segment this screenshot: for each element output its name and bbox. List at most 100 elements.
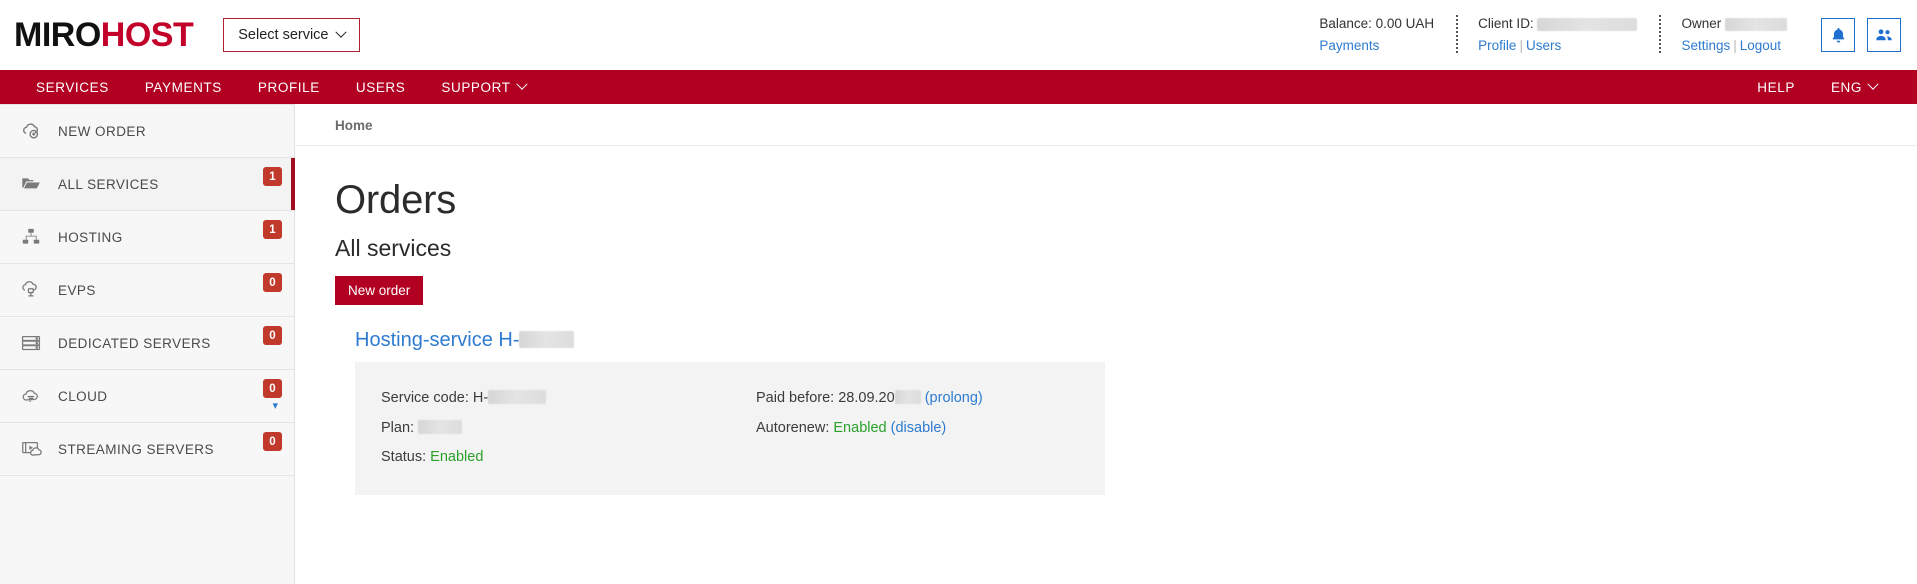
nav-label: ENG [1830, 79, 1862, 95]
status-row: Status: Enabled [381, 443, 730, 473]
logo-text-host: HOST [100, 16, 194, 54]
new-order-button[interactable]: New order [335, 276, 424, 305]
sidebar-item-label: ALL SERVICES [58, 176, 159, 192]
sidebar-badge: 0 [263, 379, 282, 398]
service-code-label: Service code: H- [381, 390, 489, 406]
main-content: Home Orders All services New order Hosti… [295, 104, 1917, 584]
paid-before-year-redacted [894, 390, 921, 404]
sidebar-item-hosting[interactable]: HOSTING 1 [0, 211, 294, 264]
nav-item-profile[interactable]: PROFILE [240, 80, 338, 95]
nav-item-support[interactable]: SUPPORT [423, 78, 543, 95]
chevron-down-icon [515, 78, 528, 90]
plan-label: Plan: [381, 419, 415, 436]
nav-item-users[interactable]: USERS [338, 80, 424, 95]
chevron-down-icon [1867, 78, 1879, 90]
owner-links-separator: | [1733, 38, 1737, 53]
client-id-value-redacted [1537, 17, 1638, 31]
logout-link[interactable]: Logout [1740, 38, 1781, 53]
service-info-right-column: Paid before: 28.09.20 (prolong) Autorene… [730, 384, 1105, 473]
sidebar-item-label: EVPS [58, 282, 96, 298]
nav-label: HELP [1757, 79, 1795, 95]
service-code-row: Service code: H- [381, 384, 730, 414]
breadcrumb: Home [295, 104, 1917, 146]
service-info-left-column: Service code: H- Plan: Status: Enabled [355, 384, 730, 473]
nav-item-help[interactable]: HELP [1739, 80, 1813, 95]
chevron-down-icon [334, 26, 347, 38]
prolong-link[interactable]: (prolong) [925, 390, 983, 406]
sidebar-item-cloud[interactable]: CLOUD 0 ▾ [0, 370, 294, 423]
profile-link[interactable]: Profile [1478, 38, 1516, 53]
nav-label: SUPPORT [441, 79, 511, 95]
plan-value-redacted [418, 419, 463, 434]
paid-before-label: Paid before: [756, 390, 835, 406]
sidebar-item-new-order[interactable]: NEW ORDER [0, 105, 294, 158]
site-logo[interactable]: MIROHOST [14, 16, 194, 54]
users-switch-button[interactable] [1867, 18, 1901, 52]
cloud-icon [18, 385, 44, 407]
select-service-label: Select service [238, 27, 329, 43]
status-value: Enabled [430, 449, 484, 466]
chevron-down-icon[interactable]: ▾ [272, 401, 278, 412]
users-link[interactable]: Users [1526, 38, 1561, 53]
content-area: Orders All services New order Hosting-se… [295, 146, 1917, 496]
paid-before-value: 28.09.20 [838, 390, 895, 406]
network-icon [18, 226, 44, 248]
service-title-text: Hosting-service H- [355, 329, 520, 351]
autorenew-label: Autorenew: [756, 419, 830, 436]
streaming-icon [18, 438, 44, 460]
bell-icon [1832, 27, 1844, 42]
service-id-redacted [519, 331, 575, 348]
sidebar-item-label: STREAMING SERVERS [58, 441, 214, 457]
nav-item-payments[interactable]: PAYMENTS [127, 80, 240, 95]
owner-block: Owner Settings | Logout [1659, 13, 1809, 58]
nav-label: PROFILE [257, 79, 320, 95]
service-info-panel: Service code: H- Plan: Status: Enabled P… [355, 362, 1105, 496]
nav-item-language[interactable]: ENG [1813, 78, 1895, 95]
autorenew-value: Enabled [833, 419, 887, 436]
payments-link[interactable]: Payments [1319, 38, 1379, 53]
page-title: Orders [335, 178, 457, 222]
settings-link[interactable]: Settings [1681, 38, 1730, 53]
nav-item-services[interactable]: SERVICES [18, 80, 127, 95]
nav-label: PAYMENTS [144, 79, 222, 95]
service-code-value-redacted [488, 390, 547, 404]
sidebar-item-streaming-servers[interactable]: STREAMING SERVERS 0 [0, 423, 294, 476]
sidebar-badge: 0 [263, 273, 282, 292]
owner-value-redacted [1725, 17, 1787, 31]
sidebar-item-label: NEW ORDER [58, 123, 147, 139]
sidebar-badge: 0 [263, 432, 282, 451]
header-right-group: Balance: 0.00 UAH Payments Client ID: Pr… [1297, 0, 1917, 70]
disable-autorenew-link[interactable]: (disable) [891, 420, 947, 436]
plan-row: Plan: [381, 414, 730, 444]
owner-label: Owner [1681, 15, 1722, 31]
client-id-label: Client ID: [1478, 15, 1534, 31]
sidebar-item-label: HOSTING [58, 229, 123, 245]
client-links-separator: | [1519, 38, 1523, 53]
breadcrumb-item-home[interactable]: Home [335, 118, 373, 133]
service-title-link[interactable]: Hosting-service H- [355, 329, 575, 352]
select-service-dropdown[interactable]: Select service [223, 18, 360, 52]
sidebar: NEW ORDER ALL SERVICES 1 HOSTING 1 EVPS … [0, 104, 295, 584]
users-icon [1876, 29, 1892, 41]
client-block: Client ID: Profile | Users [1456, 13, 1659, 58]
balance-label: Balance: 0.00 UAH [1319, 15, 1435, 31]
sidebar-item-dedicated-servers[interactable]: DEDICATED SERVERS 0 [0, 317, 294, 370]
autorenew-row: Autorenew: Enabled (disable) [756, 414, 1105, 444]
sidebar-item-label: CLOUD [58, 388, 108, 404]
page-body: NEW ORDER ALL SERVICES 1 HOSTING 1 EVPS … [0, 104, 1917, 584]
main-navbar: SERVICES PAYMENTS PROFILE USERS SUPPORT … [0, 70, 1917, 104]
status-label: Status: [381, 449, 427, 466]
top-header: MIROHOST Select service Balance: 0.00 UA… [0, 0, 1917, 70]
sidebar-item-evps[interactable]: EVPS 0 [0, 264, 294, 317]
sidebar-item-label: DEDICATED SERVERS [58, 335, 211, 351]
sidebar-badge: 1 [263, 220, 282, 239]
sidebar-badge: 0 [263, 326, 282, 345]
sidebar-item-all-services[interactable]: ALL SERVICES 1 [0, 158, 295, 211]
paid-before-row: Paid before: 28.09.20 (prolong) [756, 384, 1105, 414]
logo-text-miro: MIRO [14, 16, 101, 54]
cloud-plus-icon [18, 120, 44, 142]
server-stack-icon [18, 332, 44, 354]
navbar-right-group: HELP ENG [1739, 78, 1895, 95]
notifications-button[interactable] [1821, 18, 1855, 52]
nav-label: USERS [355, 79, 406, 95]
